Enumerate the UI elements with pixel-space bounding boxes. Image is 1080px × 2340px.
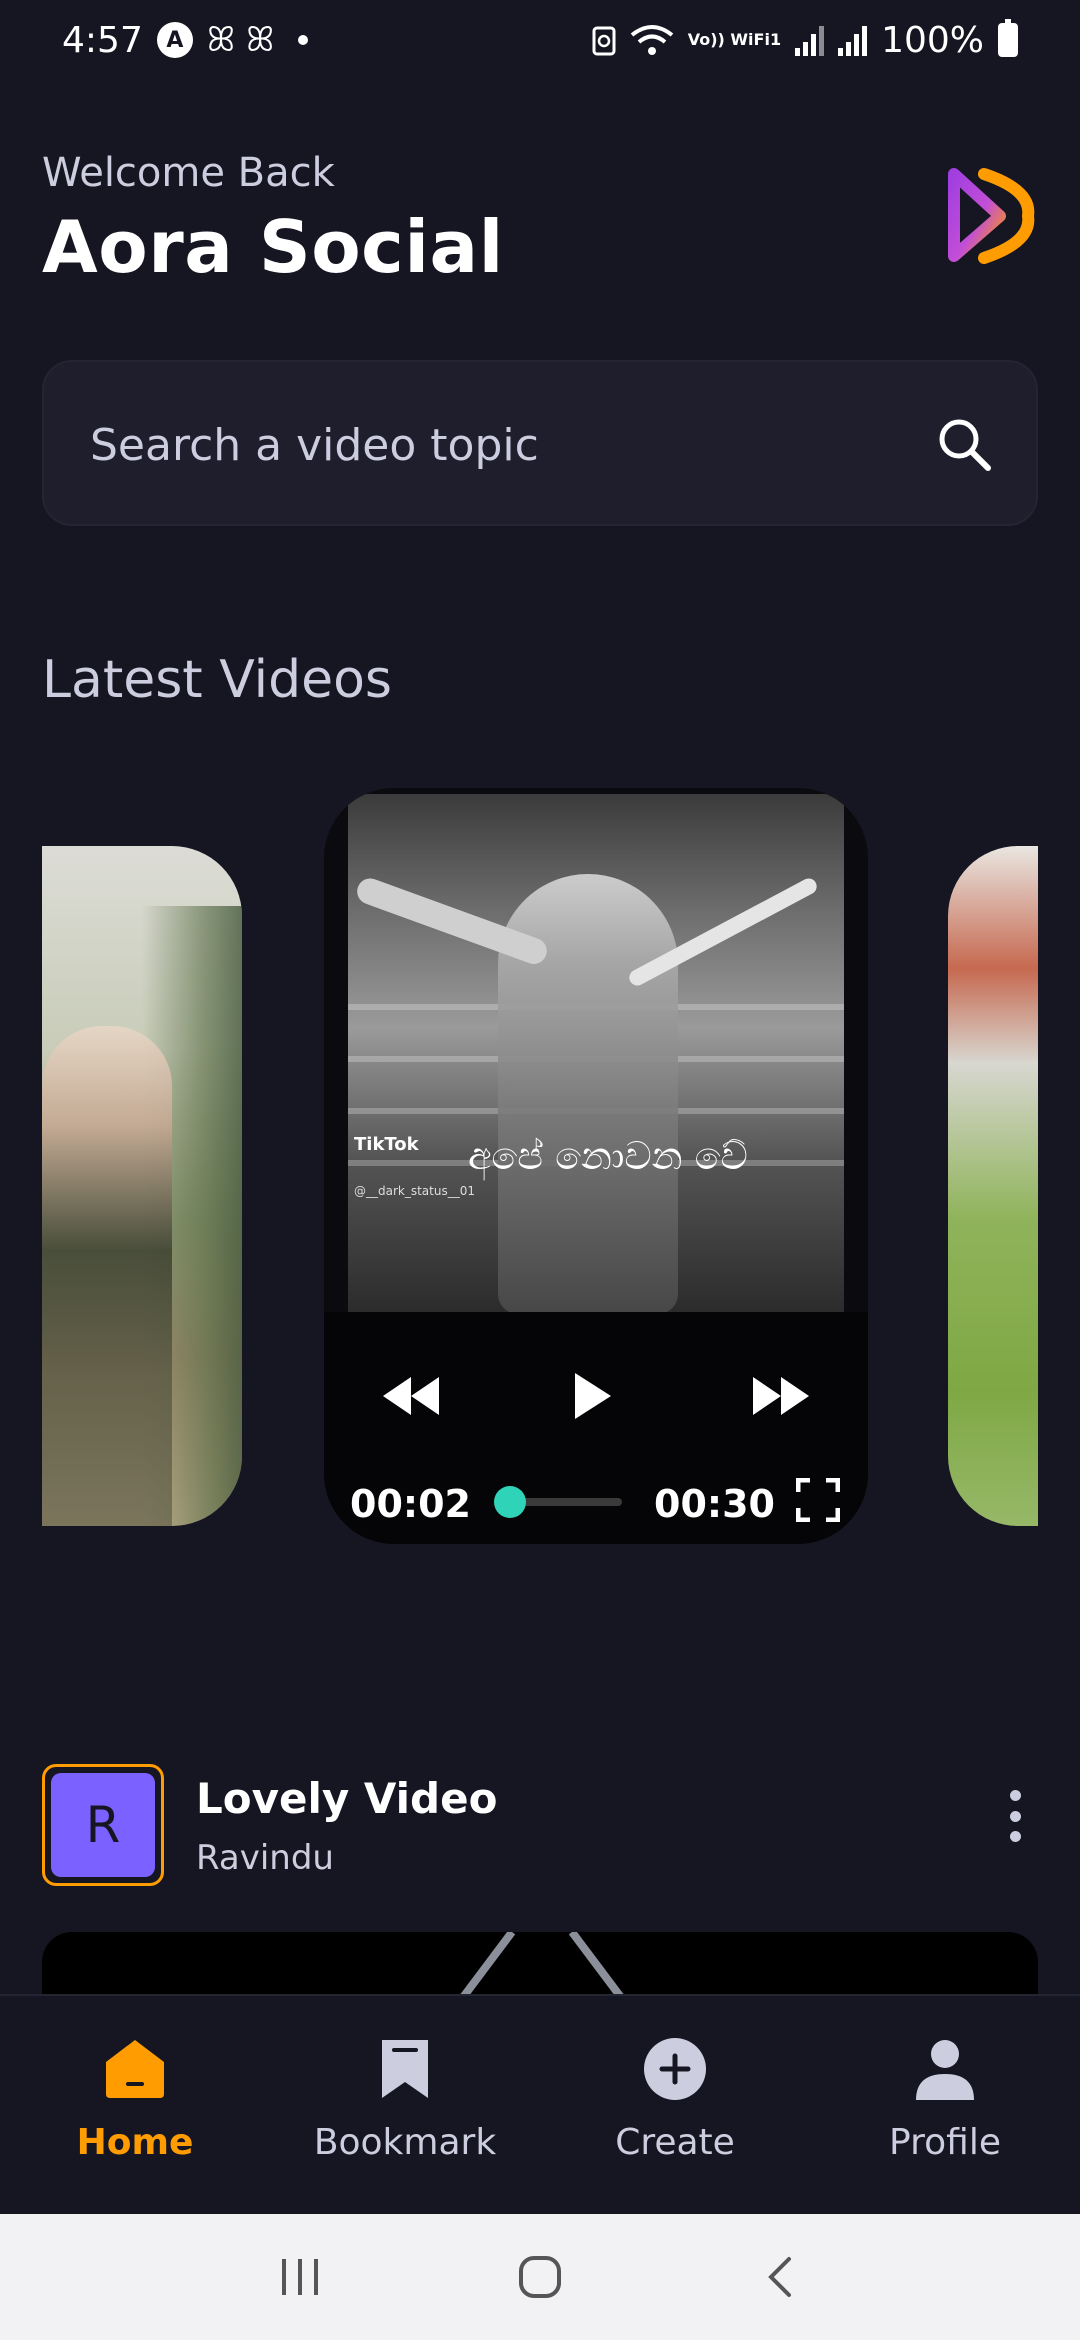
signal-2-icon <box>838 24 868 56</box>
video-frame[interactable]: TikTok @__dark_status__01 අපේ නොවන වේ <box>348 794 844 1314</box>
welcome-text: Welcome Back <box>42 150 335 196</box>
rewind-icon <box>383 1377 439 1415</box>
home-icon <box>106 2040 164 2098</box>
tab-create-label: Create <box>615 2122 735 2163</box>
search-input[interactable] <box>90 402 890 488</box>
latest-videos-title: Latest Videos <box>42 650 393 710</box>
signal-1-icon <box>795 24 825 56</box>
video-caption: අපේ නොවන වේ <box>468 1134 748 1178</box>
recent-apps-button[interactable] <box>270 2247 330 2307</box>
avatar-letter: R <box>51 1773 155 1877</box>
total-time: 00:30 <box>654 1482 775 1526</box>
video-player[interactable]: TikTok @__dark_status__01 අපේ නොවන වේ 00… <box>324 788 868 1544</box>
notification-dot-icon <box>298 35 309 45</box>
sync-icon <box>592 26 616 56</box>
volte-wifi-label: Vo)) WiFi1 <box>687 30 782 49</box>
search-bar[interactable] <box>42 360 1038 526</box>
bottom-tab-bar: Home Bookmark Create Profile <box>0 1994 1080 2214</box>
tab-bookmark-label: Bookmark <box>313 2122 497 2163</box>
seek-handle[interactable] <box>494 1486 527 1518</box>
status-bar: 4:57 A ꕤ ꕤ Vo)) WiFi1 100% <box>0 0 1080 80</box>
play-icon <box>575 1373 611 1419</box>
current-time: 00:02 <box>350 1482 471 1526</box>
tiktok-handle: @__dark_status__01 <box>354 1184 475 1198</box>
play-button[interactable] <box>556 1366 626 1426</box>
back-button[interactable] <box>750 2247 810 2307</box>
tab-create[interactable]: Create <box>540 1996 810 2214</box>
battery-percent: 100% <box>881 19 984 61</box>
fast-forward-icon <box>753 1377 809 1415</box>
bookmark-icon <box>382 2040 428 2098</box>
notification-app-icon: A <box>156 22 193 58</box>
player-controls: 00:02 00:30 <box>324 1312 868 1544</box>
video-card-next[interactable] <box>948 846 1038 1526</box>
post-title: Lovely Video <box>196 1774 498 1823</box>
seek-bar[interactable] <box>494 1486 622 1518</box>
back-icon <box>768 2257 791 2297</box>
video-card-prev[interactable] <box>42 846 242 1526</box>
tab-profile-label: Profile <box>889 2122 1001 2163</box>
profile-icon <box>916 2040 974 2100</box>
tab-profile[interactable]: Profile <box>810 1996 1080 2214</box>
system-nav-bar <box>0 2214 1080 2340</box>
fast-forward-button[interactable] <box>746 1366 816 1426</box>
notification-icons: ꕤ ꕤ <box>206 20 275 60</box>
couple-figure <box>42 1026 172 1526</box>
battery-icon <box>998 19 1018 57</box>
tab-home[interactable]: Home <box>0 1996 270 2214</box>
home-nav-button[interactable] <box>510 2247 570 2307</box>
tiktok-watermark: TikTok <box>354 1134 419 1155</box>
more-options-icon[interactable] <box>1000 1786 1030 1846</box>
app-title: Aora Social <box>42 205 504 289</box>
post-author: Ravindu <box>196 1838 334 1878</box>
fullscreen-icon[interactable] <box>796 1478 840 1522</box>
home-nav-icon <box>519 2256 561 2298</box>
app-logo-icon <box>948 168 1035 264</box>
status-right: Vo)) WiFi1 100% <box>592 19 1018 61</box>
tab-bookmark[interactable]: Bookmark <box>270 1996 540 2214</box>
wifi-icon <box>630 25 673 55</box>
avatar[interactable]: R <box>42 1764 164 1886</box>
rewind-button[interactable] <box>376 1366 446 1426</box>
status-time: 4:57 <box>62 19 143 61</box>
tab-home-label: Home <box>76 2122 194 2163</box>
plus-icon <box>644 2038 706 2100</box>
status-left: 4:57 A ꕤ ꕤ <box>62 19 309 61</box>
recent-apps-icon <box>282 2259 318 2295</box>
search-icon[interactable] <box>934 414 994 474</box>
